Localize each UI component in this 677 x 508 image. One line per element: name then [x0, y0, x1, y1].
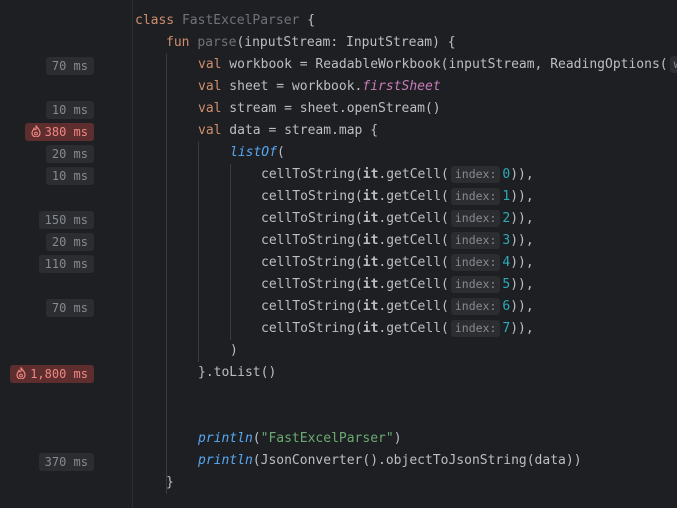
code-line[interactable]: val sheet = workbook.firstSheet	[198, 76, 441, 98]
code-line[interactable]: cellToString(it.getCell(index: 1)),	[261, 186, 534, 208]
code-line[interactable]: }.toList()	[198, 362, 276, 384]
parameter-hint: index:	[450, 188, 501, 205]
code-line[interactable]: val stream = sheet.openStream()	[198, 98, 441, 120]
code-line[interactable]: println(JsonConverter().objectToJsonStri…	[198, 450, 582, 472]
code-editor[interactable]: class FastExcelParser { fun parse(inputS…	[133, 0, 677, 508]
code-line[interactable]: cellToString(it.getCell(index: 5)),	[261, 274, 534, 296]
code-line[interactable]: }	[166, 472, 174, 494]
parameter-hint: index:	[450, 166, 501, 183]
parameter-hint: index:	[450, 254, 501, 271]
parameter-hint: w	[669, 56, 677, 73]
code-line[interactable]: )	[230, 340, 238, 362]
indent-guide	[166, 54, 167, 494]
parameter-hint: index:	[450, 276, 501, 293]
code-line[interactable]: cellToString(it.getCell(index: 2)),	[261, 208, 534, 230]
timing-badge[interactable]: 10 ms	[45, 167, 94, 185]
flame-icon	[31, 125, 41, 137]
code-line[interactable]: cellToString(it.getCell(index: 4)),	[261, 252, 534, 274]
indent-guide	[230, 164, 231, 340]
timing-badge[interactable]: 110 ms	[38, 255, 94, 273]
timing-badge[interactable]: 20 ms	[45, 233, 94, 251]
parameter-hint: index:	[450, 320, 501, 337]
code-line[interactable]: cellToString(it.getCell(index: 3)),	[261, 230, 534, 252]
indent-guide	[198, 142, 199, 362]
code-line[interactable]: cellToString(it.getCell(index: 0)),	[261, 164, 534, 186]
parameter-hint: index:	[450, 210, 501, 227]
code-line[interactable]: val data = stream.map {	[198, 120, 378, 142]
code-line[interactable]: fun parse(inputStream: InputStream) {	[166, 32, 456, 54]
flame-icon	[16, 367, 26, 379]
code-line[interactable]: listOf(	[230, 142, 285, 164]
code-line[interactable]: val workbook = ReadableWorkbook(inputStr…	[198, 54, 677, 76]
code-line[interactable]: cellToString(it.getCell(index: 6)),	[261, 296, 534, 318]
timing-badge[interactable]: 150 ms	[38, 211, 94, 229]
timing-badge[interactable]: 70 ms	[45, 299, 94, 317]
parameter-hint: index:	[450, 232, 501, 249]
timing-badge-hot[interactable]: 380 ms	[24, 123, 94, 141]
profiler-gutter: 70 ms 10 ms 380 ms 20 ms 10 ms 150 ms 20…	[0, 0, 133, 508]
timing-badge[interactable]: 370 ms	[38, 453, 94, 471]
timing-badge[interactable]: 70 ms	[45, 57, 94, 75]
code-line[interactable]: cellToString(it.getCell(index: 7)),	[261, 318, 534, 340]
timing-badge-hot[interactable]: 1,800 ms	[10, 365, 94, 383]
timing-badge[interactable]: 10 ms	[45, 101, 94, 119]
timing-badge[interactable]: 20 ms	[45, 145, 94, 163]
code-line[interactable]: println("FastExcelParser")	[198, 428, 402, 450]
parameter-hint: index:	[450, 298, 501, 315]
code-line[interactable]: class FastExcelParser {	[135, 10, 315, 32]
